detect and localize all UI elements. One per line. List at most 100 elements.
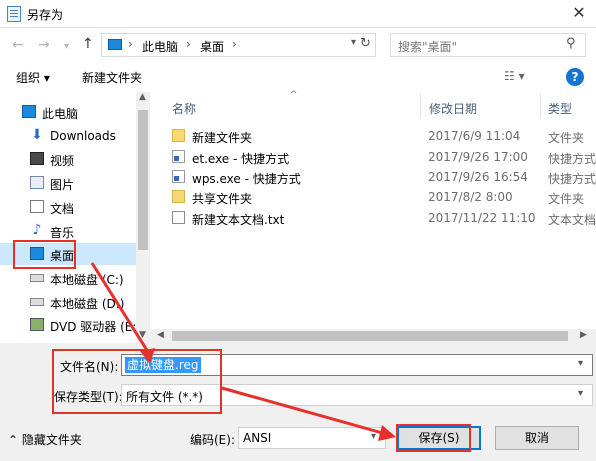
sidebar-item-pictures[interactable]: 图片: [0, 172, 138, 194]
sidebar-item-label: 音乐: [50, 226, 75, 240]
encoding-label: 编码(E):: [190, 433, 235, 447]
computer-icon: [108, 39, 122, 50]
sidebar-scrollbar[interactable]: ▲ ▼: [136, 92, 150, 343]
text-file-icon: [172, 211, 185, 224]
chevron-down-icon[interactable]: ▾: [351, 37, 356, 48]
window-title: 另存为: [27, 8, 64, 22]
encoding-value: ANSI: [243, 431, 272, 445]
download-icon: ⬇: [31, 127, 43, 143]
sidebar-item-documents[interactable]: 文档: [0, 196, 138, 218]
music-icon: ♪: [32, 222, 42, 238]
list-item[interactable]: wps.exe - 快捷方式 2017/9/26 16:54 快捷方式: [170, 167, 596, 187]
hide-folders-button[interactable]: ⌃ 隐藏文件夹: [8, 431, 82, 448]
computer-icon: [22, 105, 36, 118]
chevron-down-icon[interactable]: ▾: [578, 358, 583, 369]
drive-icon: [30, 298, 44, 306]
encoding-select[interactable]: ANSI ▾: [238, 427, 386, 449]
scrollbar-thumb[interactable]: [172, 331, 568, 341]
column-divider[interactable]: [540, 94, 541, 118]
scroll-left-icon[interactable]: ◀: [157, 330, 164, 340]
sidebar-item-label: 视频: [50, 154, 75, 168]
organize-button[interactable]: 组织 ▾: [16, 69, 50, 86]
search-placeholder: 搜索"桌面": [398, 40, 458, 54]
cancel-button[interactable]: 取消: [495, 426, 579, 450]
file-date: 2017/8/2 8:00: [428, 190, 513, 204]
file-date: 2017/6/9 11:04: [428, 129, 521, 143]
address-bar[interactable]: › 此电脑 › 桌面 › ▾ ↻: [101, 33, 376, 57]
list-item[interactable]: 新建文本文档.txt 2017/11/22 11:10 文本文档: [170, 208, 596, 228]
scroll-up-icon[interactable]: ▲: [139, 92, 146, 102]
chevron-down-icon[interactable]: ▾: [371, 431, 376, 442]
search-icon[interactable]: ⚲: [566, 36, 576, 51]
sidebar-item-dvd-e[interactable]: DVD 驱动器 (E:): [0, 314, 142, 336]
highlight-box-desktop: [13, 240, 76, 269]
column-header-type[interactable]: 类型: [548, 100, 572, 117]
view-options-icon[interactable]: ☷ ▾: [504, 69, 525, 83]
back-button[interactable]: ←: [12, 38, 24, 52]
file-date: 2017/9/26 17:00: [428, 150, 528, 164]
sidebar-item-label: 文档: [50, 202, 75, 216]
file-type: 文本文档: [548, 213, 596, 227]
chevron-right-icon: ›: [128, 37, 133, 51]
sidebar-item-label: 图片: [50, 178, 75, 192]
file-type: 快捷方式: [548, 172, 596, 186]
new-folder-button[interactable]: 新建文件夹: [82, 69, 142, 86]
file-type: 快捷方式: [548, 152, 596, 166]
document-icon: [30, 200, 44, 213]
list-item[interactable]: 共享文件夹 2017/8/2 8:00 文件夹: [170, 187, 596, 207]
picture-icon: [30, 176, 44, 189]
folder-icon: [172, 129, 185, 142]
up-button[interactable]: ↑: [82, 36, 94, 52]
sidebar-item-downloads[interactable]: ⬇ Downloads: [0, 125, 138, 147]
list-item[interactable]: 新建文件夹 2017/6/9 11:04 文件夹: [170, 126, 596, 146]
drive-icon: [30, 274, 44, 282]
highlight-box-save: [396, 424, 471, 452]
file-name: 共享文件夹: [192, 192, 253, 206]
forward-button[interactable]: →: [38, 38, 50, 52]
scrollbar-thumb[interactable]: [138, 110, 148, 250]
notepad-icon: [7, 6, 21, 22]
dvd-icon: [30, 318, 44, 331]
column-header-date[interactable]: 修改日期: [429, 100, 477, 117]
chevron-down-icon[interactable]: ▾: [578, 388, 583, 399]
list-item[interactable]: et.exe - 快捷方式 2017/9/26 17:00 快捷方式: [170, 147, 596, 167]
sidebar-item-label: 此电脑: [42, 107, 79, 121]
shortcut-icon: [172, 170, 185, 183]
sidebar-item-label: 本地磁盘 (D:): [50, 297, 125, 311]
file-type: 文件夹: [548, 131, 585, 145]
file-date: 2017/9/26 16:54: [428, 170, 528, 184]
navigation-bar: ← → ▾ ↑ › 此电脑 › 桌面 › ▾ ↻ 搜索"桌面" ⚲: [0, 28, 596, 62]
shortcut-icon: [172, 150, 185, 163]
sidebar-item-music[interactable]: ♪ 音乐: [0, 220, 138, 242]
scroll-right-icon[interactable]: ▶: [580, 330, 587, 340]
column-header-name[interactable]: 名称: [172, 100, 196, 117]
sidebar-item-videos[interactable]: 视频: [0, 148, 138, 170]
sidebar-item-drive-d[interactable]: 本地磁盘 (D:): [0, 291, 138, 313]
close-button[interactable]: ✕: [566, 2, 592, 24]
file-name: 新建文件夹: [192, 131, 253, 145]
sidebar-item-this-pc[interactable]: 此电脑: [0, 101, 138, 123]
navigation-pane: 此电脑 ⬇ Downloads 视频 图片 文档 ♪ 音乐 桌面 本地磁盘 (C…: [0, 92, 150, 343]
sidebar-item-label: Downloads: [50, 129, 116, 143]
recent-locations-icon[interactable]: ▾: [64, 40, 69, 54]
title-bar: 另存为 ✕: [0, 0, 596, 28]
scroll-down-icon[interactable]: ▼: [139, 330, 146, 340]
folder-icon: [172, 190, 185, 203]
toolbar: 组织 ▾ 新建文件夹 ☷ ▾ ?: [0, 62, 596, 92]
horizontal-scrollbar[interactable]: ◀ ▶: [150, 329, 596, 343]
search-input[interactable]: 搜索"桌面" ⚲: [390, 33, 586, 57]
highlight-box-fields: [52, 349, 222, 414]
chevron-right-icon: ›: [232, 37, 237, 51]
chevron-right-icon: ›: [186, 37, 191, 51]
breadcrumb-this-pc[interactable]: 此电脑: [142, 38, 178, 55]
breadcrumb-desktop[interactable]: 桌面: [200, 38, 224, 55]
sidebar-item-drive-c[interactable]: 本地磁盘 (C:): [0, 267, 138, 289]
file-list: ^ 名称 修改日期 类型 新建文件夹 2017/6/9 11:04 文件夹 et…: [150, 90, 596, 343]
column-divider[interactable]: [420, 94, 421, 118]
file-date: 2017/11/22 11:10: [428, 211, 536, 225]
file-name: et.exe - 快捷方式: [192, 152, 290, 166]
refresh-icon[interactable]: ↻: [360, 36, 371, 51]
sort-ascending-icon: ^: [290, 90, 298, 100]
help-button[interactable]: ?: [566, 68, 584, 86]
sidebar-item-label: DVD 驱动器 (E:): [50, 320, 142, 334]
